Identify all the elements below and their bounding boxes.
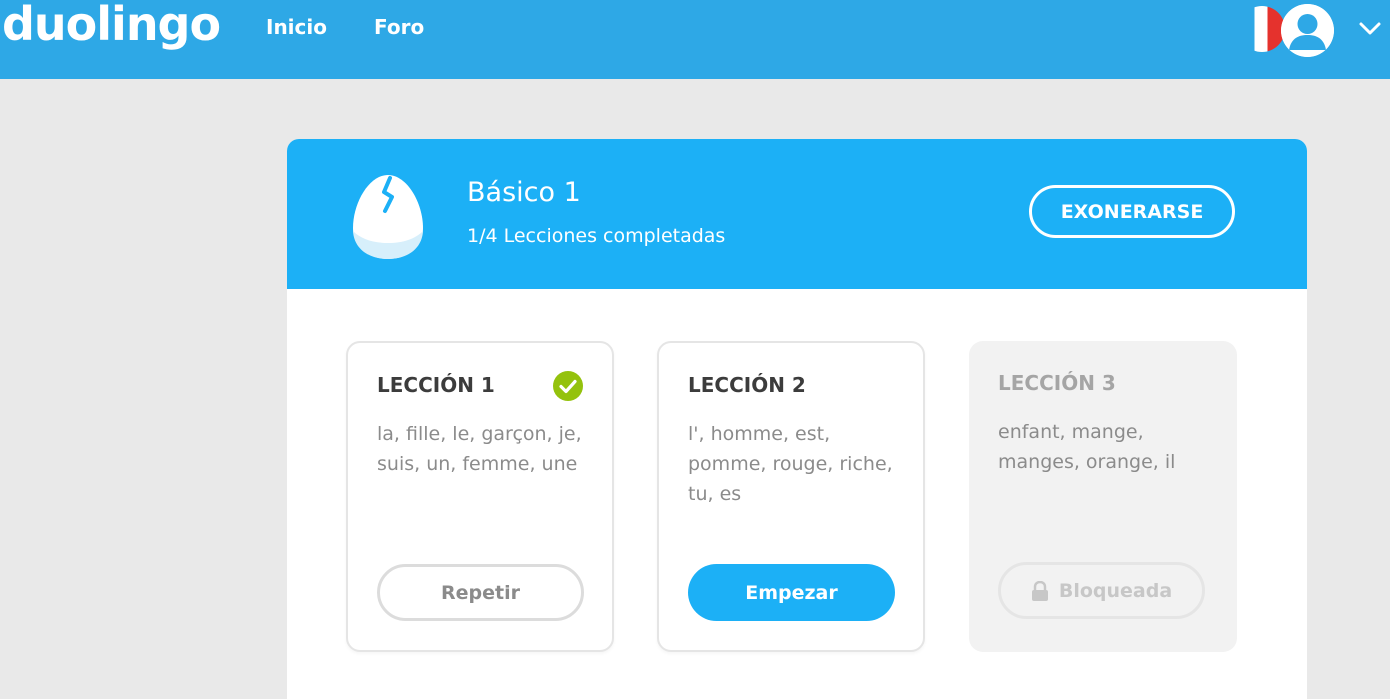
top-navigation-bar: duolingo Inicio Foro [0, 0, 1390, 79]
nav-link-inicio[interactable]: Inicio [266, 15, 327, 39]
test-out-button[interactable]: EXONERARSE [1029, 185, 1235, 238]
locked-button: Bloqueada [998, 562, 1205, 619]
locked-button-label: Bloqueada [1058, 579, 1173, 602]
skill-progress-text: 1/4 Lecciones completadas [467, 225, 726, 247]
check-circle-icon [553, 371, 583, 401]
lesson-words: l', homme, est, pomme, rouge, riche, tu,… [688, 423, 893, 505]
duolingo-logo[interactable]: duolingo [2, 0, 221, 51]
lesson-card-2: LECCIÓN 2 l', homme, est, pomme, rouge, … [657, 341, 925, 652]
skill-panel: Básico 1 1/4 Lecciones completadas EXONE… [287, 139, 1307, 699]
chevron-down-icon[interactable] [1356, 14, 1384, 42]
avatar-silhouette-icon [1281, 4, 1334, 57]
france-flag-icon[interactable] [1239, 6, 1285, 52]
skill-header: Básico 1 1/4 Lecciones completadas EXONE… [287, 139, 1307, 289]
lesson-card-3: LECCIÓN 3 enfant, mange, manges, orange,… [969, 341, 1237, 652]
repeat-button[interactable]: Repetir [377, 564, 584, 621]
user-avatar-icon[interactable] [1281, 4, 1334, 57]
lesson-title: LECCIÓN 3 [998, 371, 1116, 395]
cracked-egg-icon [353, 175, 423, 259]
lesson-title: LECCIÓN 2 [688, 373, 806, 397]
lock-icon [1031, 580, 1048, 601]
start-button[interactable]: Empezar [688, 564, 895, 621]
lesson-words: enfant, mange, manges, orange, il [998, 421, 1176, 473]
nav-link-foro[interactable]: Foro [374, 15, 424, 39]
lesson-card-1: LECCIÓN 1 la, fille, le, garçon, je, sui… [346, 341, 614, 652]
skill-title: Básico 1 [467, 177, 581, 208]
lesson-title: LECCIÓN 1 [377, 373, 495, 397]
lesson-words: la, fille, le, garçon, je, suis, un, fem… [377, 423, 582, 475]
